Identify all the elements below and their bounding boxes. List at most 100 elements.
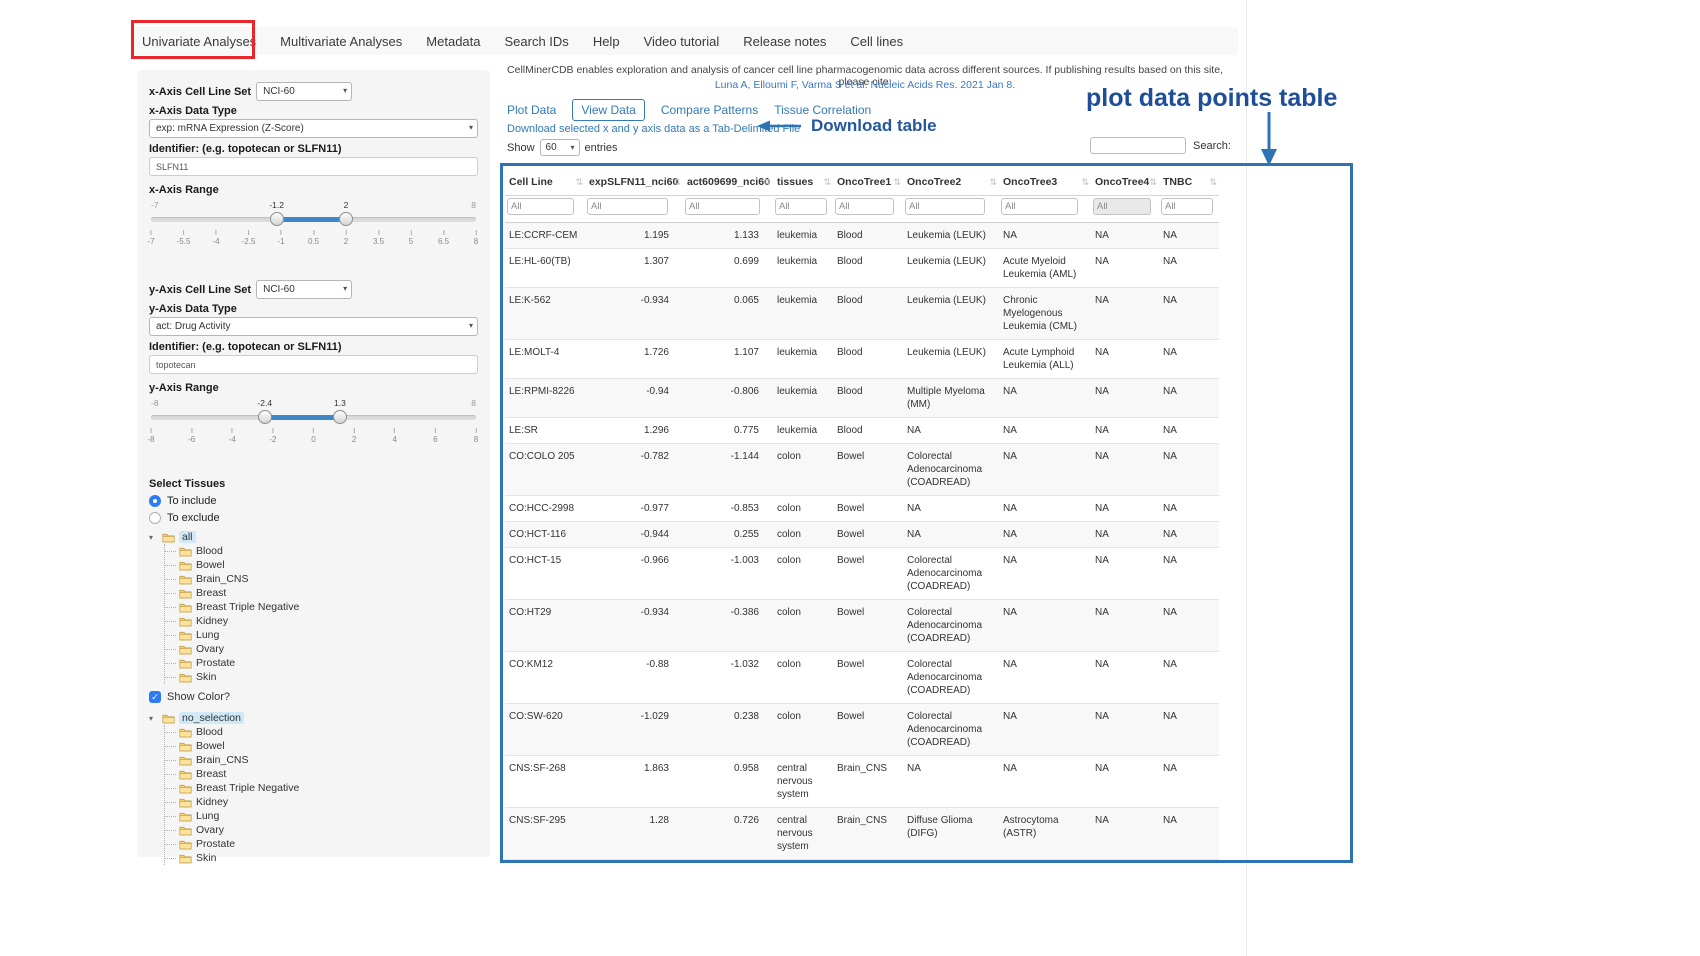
tree-item-skin[interactable]: Skin <box>165 851 478 865</box>
sort-icon[interactable]: ⇅ <box>823 177 831 188</box>
column-filter-tissues[interactable] <box>775 198 827 215</box>
tree-item-breast[interactable]: Breast <box>165 767 478 781</box>
table-row[interactable]: LE:MOLT-41.7261.107leukemiaBloodLeukemia… <box>505 340 1219 379</box>
column-header-tnbc[interactable]: TNBC⇅ <box>1159 169 1219 196</box>
tree-root-include[interactable]: ▾all <box>149 530 478 544</box>
select-tissues-label: Select Tissues <box>149 478 478 490</box>
y-identifier-input[interactable] <box>149 355 478 374</box>
sort-icon[interactable]: ⇅ <box>1209 177 1217 188</box>
tree-item-brain-cns[interactable]: Brain_CNS <box>165 753 478 767</box>
show-color-checkbox[interactable]: ✓ Show Color? <box>149 691 478 703</box>
column-header-act609699-nci60[interactable]: act609699_nci60⇅ <box>683 169 773 196</box>
sort-icon[interactable]: ⇅ <box>763 177 771 188</box>
table-row[interactable]: LE:SR1.2960.775leukemiaBloodNANANANA <box>505 418 1219 444</box>
sort-icon[interactable]: ⇅ <box>575 177 583 188</box>
tree-item-blood[interactable]: Blood <box>165 725 478 739</box>
slider-high-value: 1.3 <box>334 398 346 408</box>
nav-item-metadata[interactable]: Metadata <box>426 34 480 49</box>
table-row[interactable]: CO:HCT-116-0.9440.255colonBowelNANANANA <box>505 522 1219 548</box>
citation-reference-link[interactable]: Luna A, Elloumi F, Varma S et al. Nuclei… <box>500 79 1230 91</box>
column-filter-oncotree3[interactable] <box>1001 198 1078 215</box>
tree-item-breast-triple-negative[interactable]: Breast Triple Negative <box>165 600 478 614</box>
table-row[interactable]: LE:CCRF-CEM1.1951.133leukemiaBloodLeukem… <box>505 223 1219 249</box>
tab-tissue-correlation[interactable]: Tissue Correlation <box>774 100 871 120</box>
slider-scale: -8-6-4-202468 <box>151 428 476 448</box>
column-filter-act609699-nci60[interactable] <box>685 198 760 215</box>
tree-item-breast-triple-negative[interactable]: Breast Triple Negative <box>165 781 478 795</box>
table-row[interactable]: CNS:SF-2951.280.726central nervous syste… <box>505 808 1219 860</box>
nav-item-help[interactable]: Help <box>593 34 620 49</box>
tree-item-ovary[interactable]: Ovary <box>165 642 478 656</box>
x-cell-line-set-select[interactable]: NCI-60 ▾ <box>256 82 352 101</box>
y-cell-line-set-select[interactable]: NCI-60 ▾ <box>256 280 352 299</box>
column-header-oncotree2[interactable]: OncoTree2⇅ <box>903 169 999 196</box>
tree-item-breast[interactable]: Breast <box>165 586 478 600</box>
slider-tick: 0.5 <box>308 230 319 246</box>
slider-tick: 8 <box>474 230 478 246</box>
tree-item-kidney[interactable]: Kidney <box>165 795 478 809</box>
search-input[interactable] <box>1090 137 1186 154</box>
nav-item-video-tutorial[interactable]: Video tutorial <box>644 34 720 49</box>
slider-handle-high[interactable] <box>333 410 347 424</box>
column-header-expslfn11-nci60[interactable]: expSLFN11_nci60⇅ <box>585 169 683 196</box>
table-row[interactable]: CO:HCT-15-0.966-1.003colonBowelColorecta… <box>505 548 1219 600</box>
table-row[interactable]: CO:SW-620-1.0290.238colonBowelColorectal… <box>505 704 1219 756</box>
column-filter-oncotree1[interactable] <box>835 198 894 215</box>
table-row[interactable]: CO:KM12-0.88-1.032colonBowelColorectal A… <box>505 652 1219 704</box>
tree-item-bowel[interactable]: Bowel <box>165 558 478 572</box>
column-filter-oncotree4[interactable] <box>1093 198 1151 215</box>
y-data-type-select[interactable]: act: Drug Activity ▾ <box>149 317 478 336</box>
arrow-down-icon <box>1260 112 1278 166</box>
slider-handle-low[interactable] <box>258 410 272 424</box>
nav-item-release-notes[interactable]: Release notes <box>743 34 826 49</box>
table-row[interactable]: LE:K-562-0.9340.065leukemiaBloodLeukemia… <box>505 288 1219 340</box>
table-row[interactable]: CO:HCC-2998-0.977-0.853colonBowelNANANAN… <box>505 496 1219 522</box>
sort-icon[interactable]: ⇅ <box>989 177 997 188</box>
nav-item-univariate-analyses[interactable]: Univariate Analyses <box>142 34 256 49</box>
nav-item-search-ids[interactable]: Search IDs <box>505 34 569 49</box>
column-filter-expslfn11-nci60[interactable] <box>587 198 668 215</box>
tree-item-prostate[interactable]: Prostate <box>165 656 478 670</box>
table-row[interactable]: LE:HL-60(TB)1.3070.699leukemiaBloodLeuke… <box>505 249 1219 288</box>
radio-to-include[interactable]: To include <box>149 492 478 509</box>
tree-item-bowel[interactable]: Bowel <box>165 739 478 753</box>
sort-icon[interactable]: ⇅ <box>673 177 681 188</box>
tab-compare-patterns[interactable]: Compare Patterns <box>661 100 758 120</box>
sort-icon[interactable]: ⇅ <box>893 177 901 188</box>
tree-item-brain-cns[interactable]: Brain_CNS <box>165 572 478 586</box>
table-row[interactable]: LE:RPMI-8226-0.94-0.806leukemiaBloodMult… <box>505 379 1219 418</box>
column-header-oncotree1[interactable]: OncoTree1⇅ <box>833 169 903 196</box>
tree-item-skin[interactable]: Skin <box>165 670 478 684</box>
nav-item-cell-lines[interactable]: Cell lines <box>850 34 903 49</box>
x-data-type-select[interactable]: exp: mRNA Expression (Z-Score) ▾ <box>149 119 478 138</box>
tab-plot-data[interactable]: Plot Data <box>507 100 556 120</box>
column-filter-tnbc[interactable] <box>1161 198 1213 215</box>
column-header-oncotree3[interactable]: OncoTree3⇅ <box>999 169 1091 196</box>
slider-handle-high[interactable] <box>339 212 353 226</box>
tab-view-data[interactable]: View Data <box>572 99 644 121</box>
slider-handle-low[interactable] <box>270 212 284 226</box>
tree-item-prostate[interactable]: Prostate <box>165 837 478 851</box>
column-header-oncotree4[interactable]: OncoTree4⇅ <box>1091 169 1159 196</box>
tree-item-kidney[interactable]: Kidney <box>165 614 478 628</box>
sort-icon[interactable]: ⇅ <box>1149 177 1157 188</box>
table-row[interactable]: CO:HT29-0.934-0.386colonBowelColorectal … <box>505 600 1219 652</box>
entries-length-select[interactable]: 60 ▾ <box>540 139 580 156</box>
y-cell-line-set-value: NCI-60 <box>263 284 295 295</box>
nav-item-multivariate-analyses[interactable]: Multivariate Analyses <box>280 34 402 49</box>
tree-item-blood[interactable]: Blood <box>165 544 478 558</box>
tree-root-exclude[interactable]: ▾no_selection <box>149 711 478 725</box>
tree-item-lung[interactable]: Lung <box>165 809 478 823</box>
table-row[interactable]: CNS:SF-2681.8630.958central nervous syst… <box>505 756 1219 808</box>
radio-to-exclude[interactable]: To exclude <box>149 509 478 526</box>
column-filter-oncotree2[interactable] <box>905 198 985 215</box>
column-header-cell-line[interactable]: Cell Line⇅ <box>505 169 585 196</box>
tree-item-lung[interactable]: Lung <box>165 628 478 642</box>
x-identifier-input[interactable] <box>149 157 478 176</box>
sort-icon[interactable]: ⇅ <box>1081 177 1089 188</box>
column-header-tissues[interactable]: tissues⇅ <box>773 169 833 196</box>
column-filter-cell-line[interactable] <box>507 198 574 215</box>
tree-item-ovary[interactable]: Ovary <box>165 823 478 837</box>
table-row[interactable]: CO:COLO 205-0.782-1.144colonBowelColorec… <box>505 444 1219 496</box>
download-tab-delimited-link[interactable]: Download selected x and y axis data as a… <box>507 123 800 135</box>
